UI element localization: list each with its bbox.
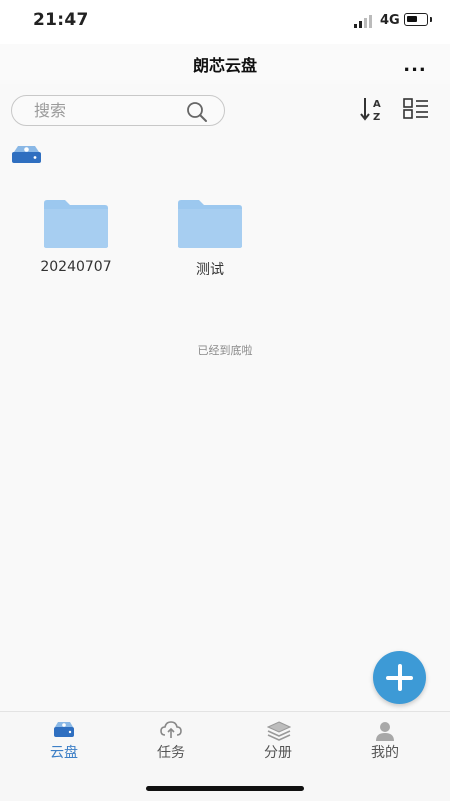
app-header: 朗芯云盘 ... <box>0 44 450 84</box>
page-title: 朗芯云盘 <box>192 56 257 75</box>
cloud-upload-icon <box>160 721 182 738</box>
folder-item[interactable]: 20240707 <box>21 199 131 275</box>
folder-icon <box>178 200 242 248</box>
folder-item[interactable]: 测试 <box>155 199 265 279</box>
nav-item-tasks[interactable]: 任务 <box>115 712 227 772</box>
nav-item-albums[interactable]: 分册 <box>222 712 334 772</box>
nav-label: 云盘 <box>50 745 78 761</box>
add-button[interactable] <box>373 651 426 704</box>
nav-label: 任务 <box>157 745 185 761</box>
svg-text:Z: Z <box>373 112 380 122</box>
nav-label: 分册 <box>264 745 292 761</box>
list-view-icon[interactable] <box>403 98 429 120</box>
signal-icon <box>354 15 372 28</box>
search-input[interactable] <box>34 96 184 125</box>
folder-icon <box>44 200 108 248</box>
nav-label: 我的 <box>371 745 399 761</box>
plus-icon-vertical <box>397 664 402 691</box>
more-button[interactable]: ... <box>398 54 432 78</box>
cloud-drive-icon <box>54 722 74 737</box>
nav-item-profile[interactable]: 我的 <box>329 712 441 772</box>
search-icon[interactable] <box>186 101 208 123</box>
folder-name: 测试 <box>196 262 224 278</box>
person-icon <box>376 722 394 741</box>
search-box[interactable] <box>11 95 225 126</box>
status-time: 21:47 <box>33 10 89 30</box>
layers-icon <box>267 721 291 741</box>
battery-tip <box>430 17 432 22</box>
folder-name: 20240707 <box>40 259 112 275</box>
network-type: 4G <box>380 13 400 28</box>
nav-item-cloud-drive[interactable]: 云盘 <box>8 712 120 772</box>
home-indicator <box>146 786 304 791</box>
battery-icon <box>404 13 428 26</box>
status-bar: 21:47 4G <box>0 0 450 44</box>
sort-az-icon[interactable]: A Z <box>360 96 386 122</box>
battery-fill <box>407 16 417 22</box>
cloud-drive-icon[interactable] <box>11 145 42 164</box>
list-end-text: 已经到底啦 <box>197 344 253 357</box>
svg-text:A: A <box>373 99 381 110</box>
